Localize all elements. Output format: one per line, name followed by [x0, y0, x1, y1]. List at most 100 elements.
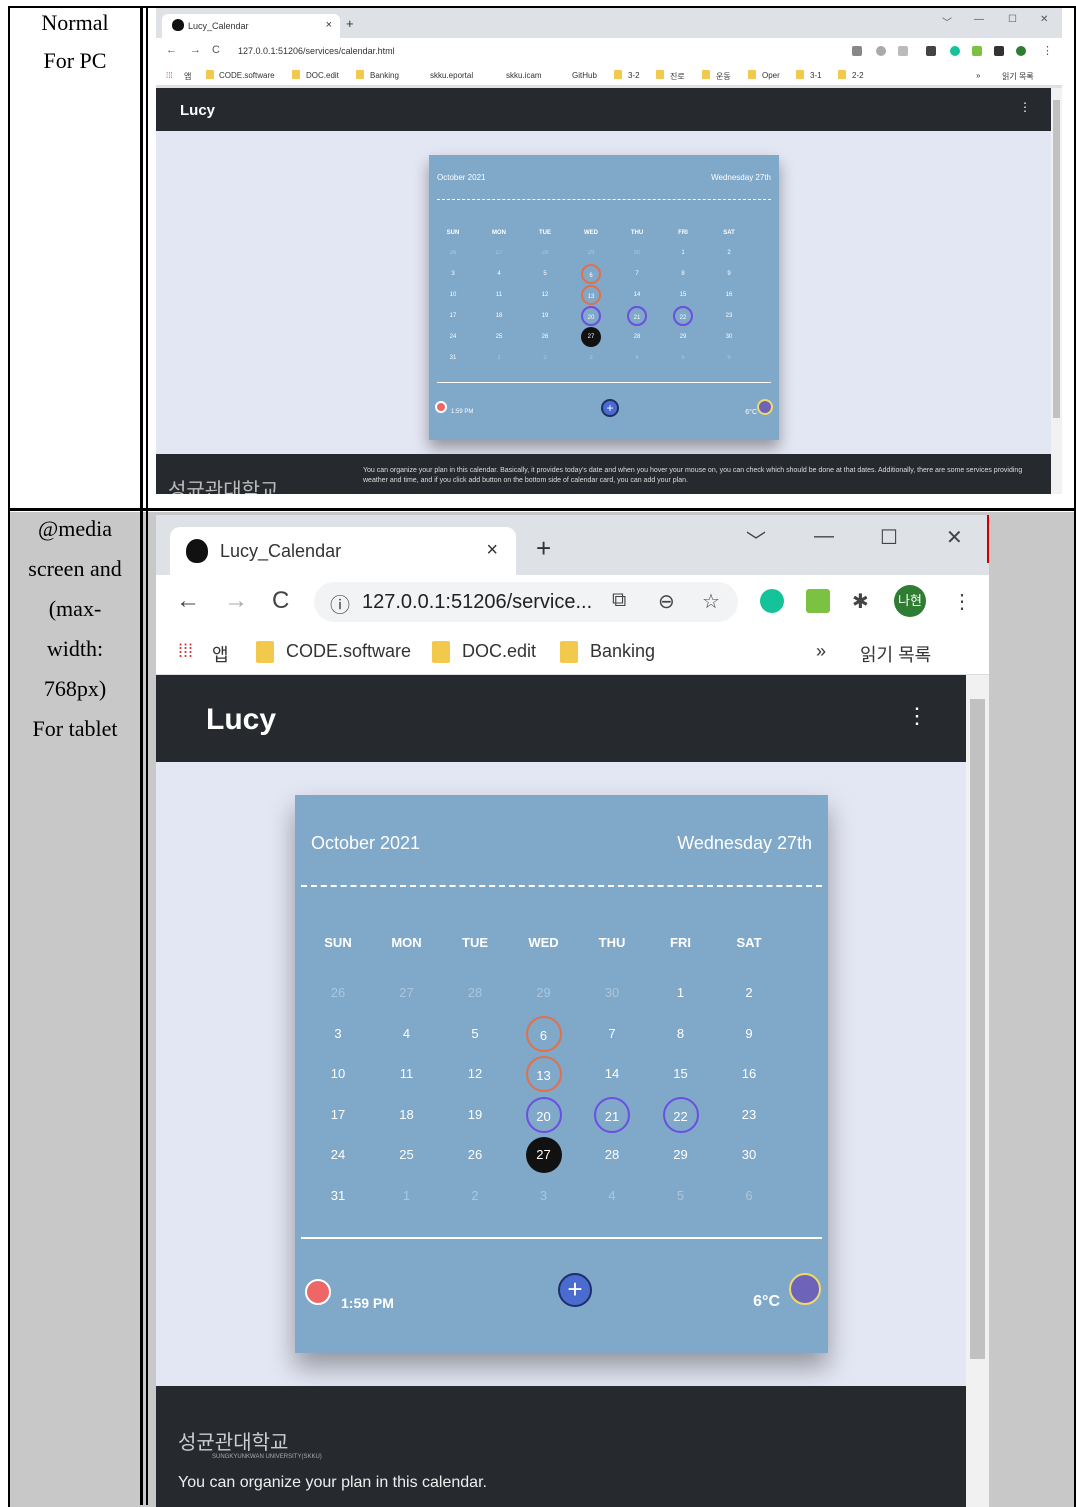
- bookmark-banking[interactable]: Banking: [370, 71, 399, 80]
- calendar-day[interactable]: 19: [457, 1097, 493, 1133]
- close-tab-icon[interactable]: ×: [326, 19, 332, 31]
- calendar-day[interactable]: 30: [719, 327, 739, 347]
- scrollbar[interactable]: [966, 675, 989, 1507]
- calendar-day-other-month[interactable]: 3: [526, 1178, 562, 1214]
- close-window-button[interactable]: ✕: [946, 525, 963, 550]
- calendar-day-other-month[interactable]: 29: [526, 975, 562, 1011]
- calendar-day[interactable]: 31: [320, 1178, 356, 1214]
- bookmark-skku-eportal[interactable]: skku.eportal: [430, 71, 473, 80]
- url-input[interactable]: 127.0.0.1:51206/services/calendar.html: [238, 46, 395, 56]
- grammarly-icon[interactable]: [950, 46, 960, 56]
- new-tab-button[interactable]: +: [346, 16, 354, 31]
- calendar-day[interactable]: 24: [320, 1137, 356, 1173]
- bookmark-exercise[interactable]: 운동: [716, 71, 731, 82]
- calendar-day[interactable]: 8: [673, 264, 693, 284]
- calendar-day[interactable]: 9: [731, 1016, 767, 1052]
- brand-logo[interactable]: Lucy: [206, 703, 276, 737]
- tab-search-icon[interactable]: ﹀: [942, 14, 952, 29]
- bookmark-3-1[interactable]: 3-1: [810, 71, 822, 80]
- extension-icon[interactable]: [926, 46, 936, 56]
- calendar-day[interactable]: 9: [719, 264, 739, 284]
- calendar-day[interactable]: 29: [663, 1137, 699, 1173]
- calendar-day[interactable]: 31: [443, 348, 463, 368]
- zoom-icon[interactable]: [876, 46, 886, 56]
- bookmark-code-software[interactable]: CODE.software: [219, 71, 275, 80]
- calendar-day-other-month[interactable]: 4: [627, 348, 647, 368]
- calendar-day[interactable]: 4: [389, 1016, 425, 1052]
- forward-button[interactable]: →: [224, 587, 248, 615]
- scrollbar-thumb[interactable]: [970, 699, 985, 1359]
- calendar-day[interactable]: 2: [731, 975, 767, 1011]
- calendar-day-other-month[interactable]: 5: [673, 348, 693, 368]
- calendar-day[interactable]: 20: [525, 1096, 562, 1133]
- profile-avatar[interactable]: 나현: [894, 585, 926, 617]
- calendar-day[interactable]: 1: [663, 975, 699, 1011]
- bookmark-github[interactable]: GitHub: [572, 71, 597, 80]
- calendar-day[interactable]: 21: [627, 306, 647, 326]
- tab-search-icon[interactable]: ﹀: [746, 525, 766, 554]
- reading-list[interactable]: 읽기 목록: [1002, 71, 1034, 82]
- calendar-day[interactable]: 1: [673, 243, 693, 263]
- bookmark-career[interactable]: 진로: [670, 71, 685, 82]
- calendar-day[interactable]: 24: [443, 327, 463, 347]
- calendar-day[interactable]: 21: [594, 1096, 630, 1133]
- calendar-day[interactable]: 2: [719, 243, 739, 263]
- brand-logo[interactable]: Lucy: [180, 102, 215, 119]
- calendar-day[interactable]: 3: [443, 264, 463, 284]
- calendar-day[interactable]: 30: [731, 1137, 767, 1173]
- calendar-day[interactable]: 22: [673, 306, 693, 326]
- calendar-day[interactable]: 7: [594, 1016, 630, 1052]
- calendar-day[interactable]: 5: [535, 264, 555, 284]
- back-button[interactable]: ←: [166, 44, 177, 56]
- calendar-day[interactable]: 16: [731, 1056, 767, 1092]
- calendar-day[interactable]: 15: [663, 1056, 699, 1092]
- bookmark-skku-icam[interactable]: skku.icam: [506, 71, 542, 80]
- close-tab-icon[interactable]: ×: [486, 539, 498, 562]
- browser-tab[interactable]: Lucy_Calendar ×: [170, 527, 516, 577]
- browser-menu-icon[interactable]: ⋮: [952, 589, 972, 614]
- forward-button[interactable]: →: [190, 44, 201, 56]
- calendar-day[interactable]: 7: [627, 264, 647, 284]
- url-input[interactable]: 127.0.0.1:51206/service...: [362, 591, 592, 614]
- calendar-day[interactable]: 22: [662, 1096, 699, 1133]
- calendar-day[interactable]: 17: [443, 306, 463, 326]
- calendar-day[interactable]: 16: [719, 285, 739, 305]
- calendar-day[interactable]: 12: [457, 1056, 493, 1092]
- calendar-day-other-month[interactable]: 26: [320, 975, 356, 1011]
- calendar-day-other-month[interactable]: 6: [731, 1178, 767, 1214]
- calendar-day-other-month[interactable]: 27: [489, 243, 509, 263]
- bookmark-banking[interactable]: Banking: [590, 641, 655, 662]
- calendar-day[interactable]: 18: [489, 306, 509, 326]
- calendar-day[interactable]: 19: [535, 306, 555, 326]
- kebab-menu-icon[interactable]: ⋮: [906, 703, 928, 729]
- zoom-icon[interactable]: ⊖: [658, 589, 675, 614]
- bookmark-apps[interactable]: 앱: [184, 71, 191, 82]
- browser-menu-icon[interactable]: ⋮: [1042, 44, 1053, 57]
- calendar-day[interactable]: 3: [320, 1016, 356, 1052]
- close-window-button[interactable]: ✕: [1040, 14, 1048, 25]
- apps-icon[interactable]: ⁞⁞⁞: [166, 71, 173, 80]
- calendar-day[interactable]: 15: [673, 285, 693, 305]
- bookmark-code-software[interactable]: CODE.software: [286, 641, 411, 662]
- bookmark-doc-edit[interactable]: DOC.edit: [462, 641, 536, 662]
- calendar-day[interactable]: 4: [489, 264, 509, 284]
- calendar-day-other-month[interactable]: 26: [443, 243, 463, 263]
- reading-list[interactable]: 읽기 목록: [860, 641, 931, 667]
- bookmark-oper[interactable]: Oper: [762, 71, 780, 80]
- calendar-day[interactable]: 8: [663, 1016, 699, 1052]
- calendar-day-other-month[interactable]: 28: [535, 243, 555, 263]
- calendar-day-other-month[interactable]: 1: [389, 1178, 425, 1214]
- minimize-button[interactable]: —: [814, 525, 834, 548]
- calendar-day-other-month[interactable]: 1: [489, 348, 509, 368]
- calendar-day[interactable]: 11: [489, 285, 509, 305]
- star-icon[interactable]: [898, 46, 908, 56]
- calendar-day[interactable]: 11: [389, 1056, 425, 1092]
- bookmark-apps[interactable]: 앱: [212, 641, 229, 667]
- calendar-day[interactable]: 14: [594, 1056, 630, 1092]
- calendar-day[interactable]: 23: [731, 1097, 767, 1133]
- translate-icon[interactable]: ⧉: [612, 589, 626, 612]
- calendar-day[interactable]: 26: [535, 327, 555, 347]
- calendar-day-other-month[interactable]: 2: [535, 348, 555, 368]
- site-info-icon[interactable]: ⓘ: [330, 589, 350, 618]
- maximize-button[interactable]: ☐: [1008, 14, 1017, 25]
